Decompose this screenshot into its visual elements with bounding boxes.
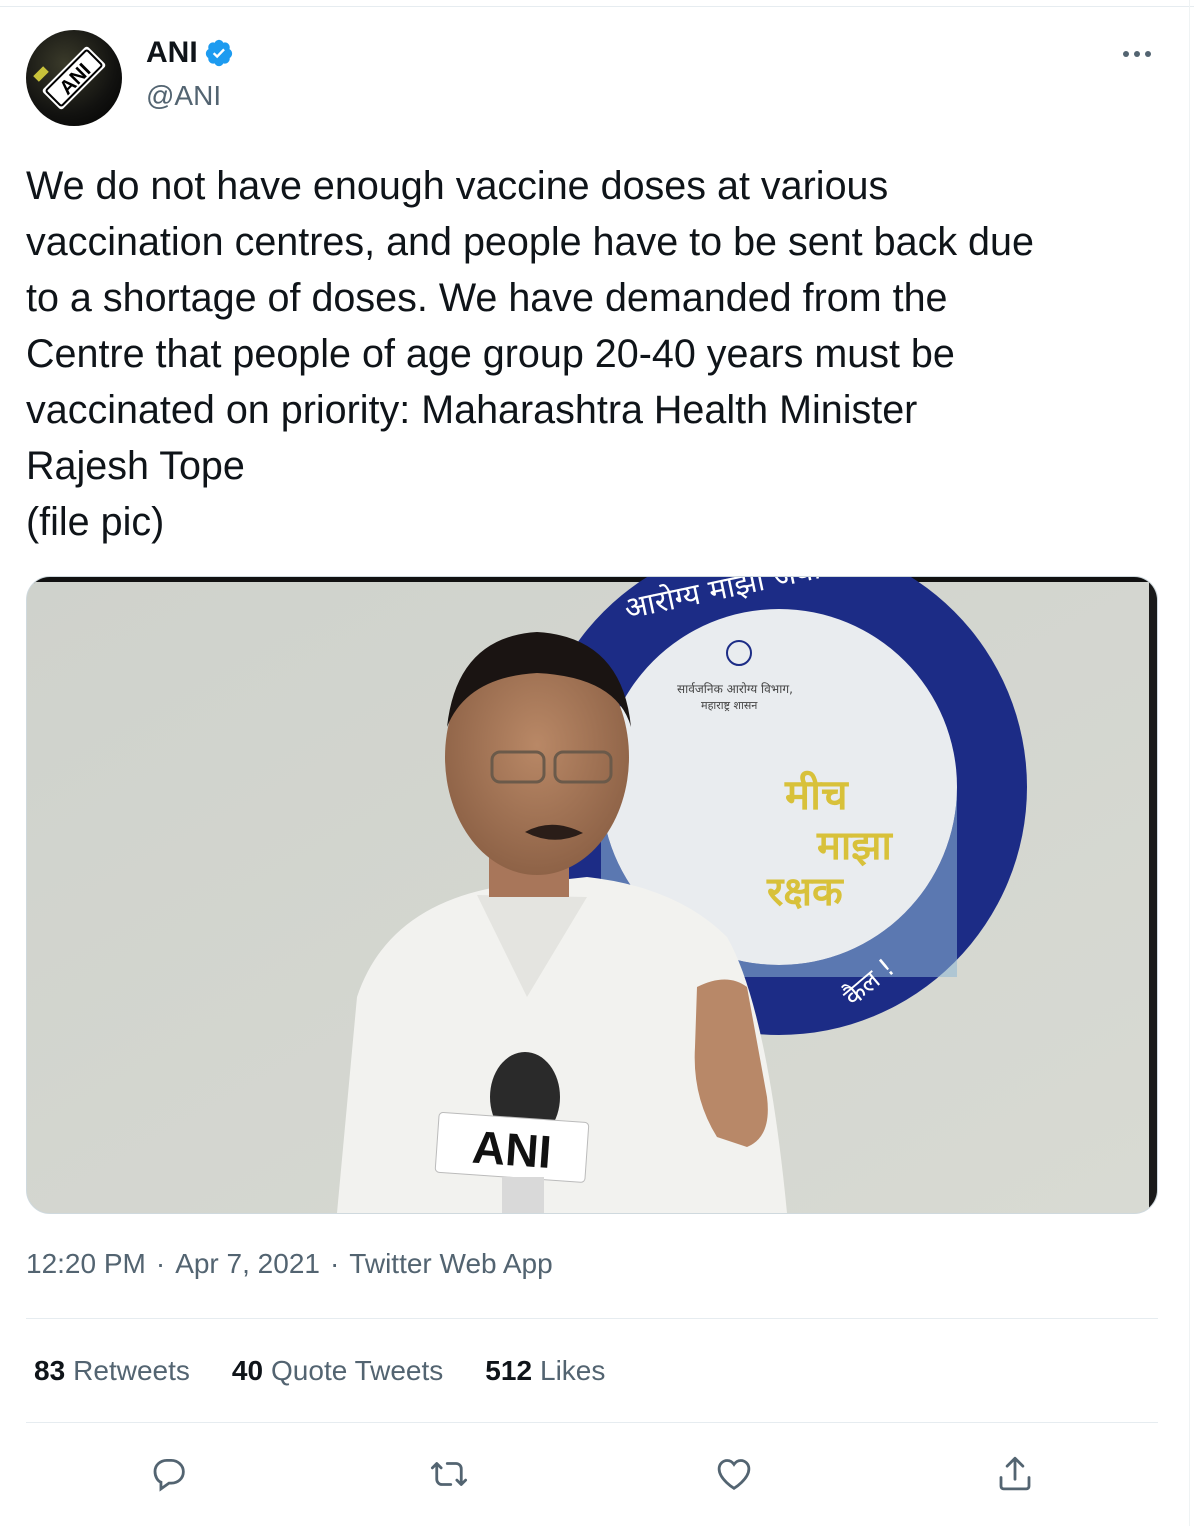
likes-stat[interactable]: 512 Likes [485, 1355, 605, 1387]
reply-icon [153, 1458, 185, 1492]
banner-state-text: महाराष्ट्र शासन [701, 699, 758, 712]
like-icon [717, 1459, 751, 1490]
likes-label: Likes [540, 1355, 606, 1386]
quotes-count: 40 [231, 1355, 264, 1386]
share-button[interactable] [987, 1446, 1043, 1502]
retweets-count: 83 [34, 1355, 66, 1386]
author-display-name[interactable]: ANI [146, 36, 198, 70]
tweet-time[interactable]: 12:20 PM [26, 1248, 146, 1280]
more-dot-icon [1145, 51, 1151, 57]
like-button[interactable] [706, 1446, 762, 1502]
share-icon [999, 1456, 1031, 1491]
banner-line-2: माझा [816, 823, 894, 869]
tweet-text: We do not have enough vaccine doses at v… [26, 164, 1034, 544]
tweet-meta: 12:20 PM · Apr 7, 2021 · Twitter Web App [26, 1248, 553, 1280]
retweets-stat[interactable]: 83 Retweets [34, 1355, 190, 1387]
top-border [0, 0, 1194, 7]
tweet-stats: 83 Retweets 40 Quote Tweets 512 Likes [34, 1355, 605, 1387]
tweet-actions [0, 1446, 1194, 1502]
author-avatar[interactable]: ANI [26, 30, 122, 126]
quotes-stat[interactable]: 40 Quote Tweets [232, 1355, 443, 1387]
tweet-media-photo[interactable]: आरोग्य माझी जबाबदारी सार्वजनिक आरोग्य वि… [26, 576, 1158, 1214]
meta-separator: · [329, 1248, 340, 1279]
divider-top [26, 1318, 1158, 1319]
retweet-icon [430, 1462, 468, 1486]
right-border [1189, 0, 1190, 1526]
microphone-label: ANI [471, 1121, 554, 1178]
more-dot-icon [1134, 51, 1140, 57]
reply-button[interactable] [141, 1446, 197, 1502]
verified-badge-icon [205, 39, 232, 67]
more-dot-icon [1123, 51, 1129, 57]
author-name-row[interactable]: ANI [146, 36, 234, 70]
retweet-button[interactable] [421, 1446, 477, 1502]
likes-count: 512 [485, 1355, 533, 1386]
author-handle[interactable]: @ANI [146, 80, 221, 112]
banner-dept-text: सार्वजनिक आरोग्य विभाग, [677, 682, 793, 696]
ani-logo-icon: ANI [33, 46, 106, 110]
quotes-label: Quote Tweets [271, 1355, 444, 1386]
more-options-button[interactable] [1112, 36, 1162, 72]
tweet-date[interactable]: Apr 7, 2021 [175, 1248, 320, 1280]
meta-separator: · [155, 1248, 166, 1279]
divider-bottom [26, 1422, 1158, 1423]
retweets-label: Retweets [73, 1355, 190, 1386]
banner-line-3: रक्षक [766, 869, 844, 915]
tweet-source[interactable]: Twitter Web App [349, 1248, 552, 1280]
media-illustration: आरोग्य माझी जबाबदारी सार्वजनिक आरोग्य वि… [27, 577, 1157, 1213]
banner-line-1: मीच [784, 770, 849, 819]
